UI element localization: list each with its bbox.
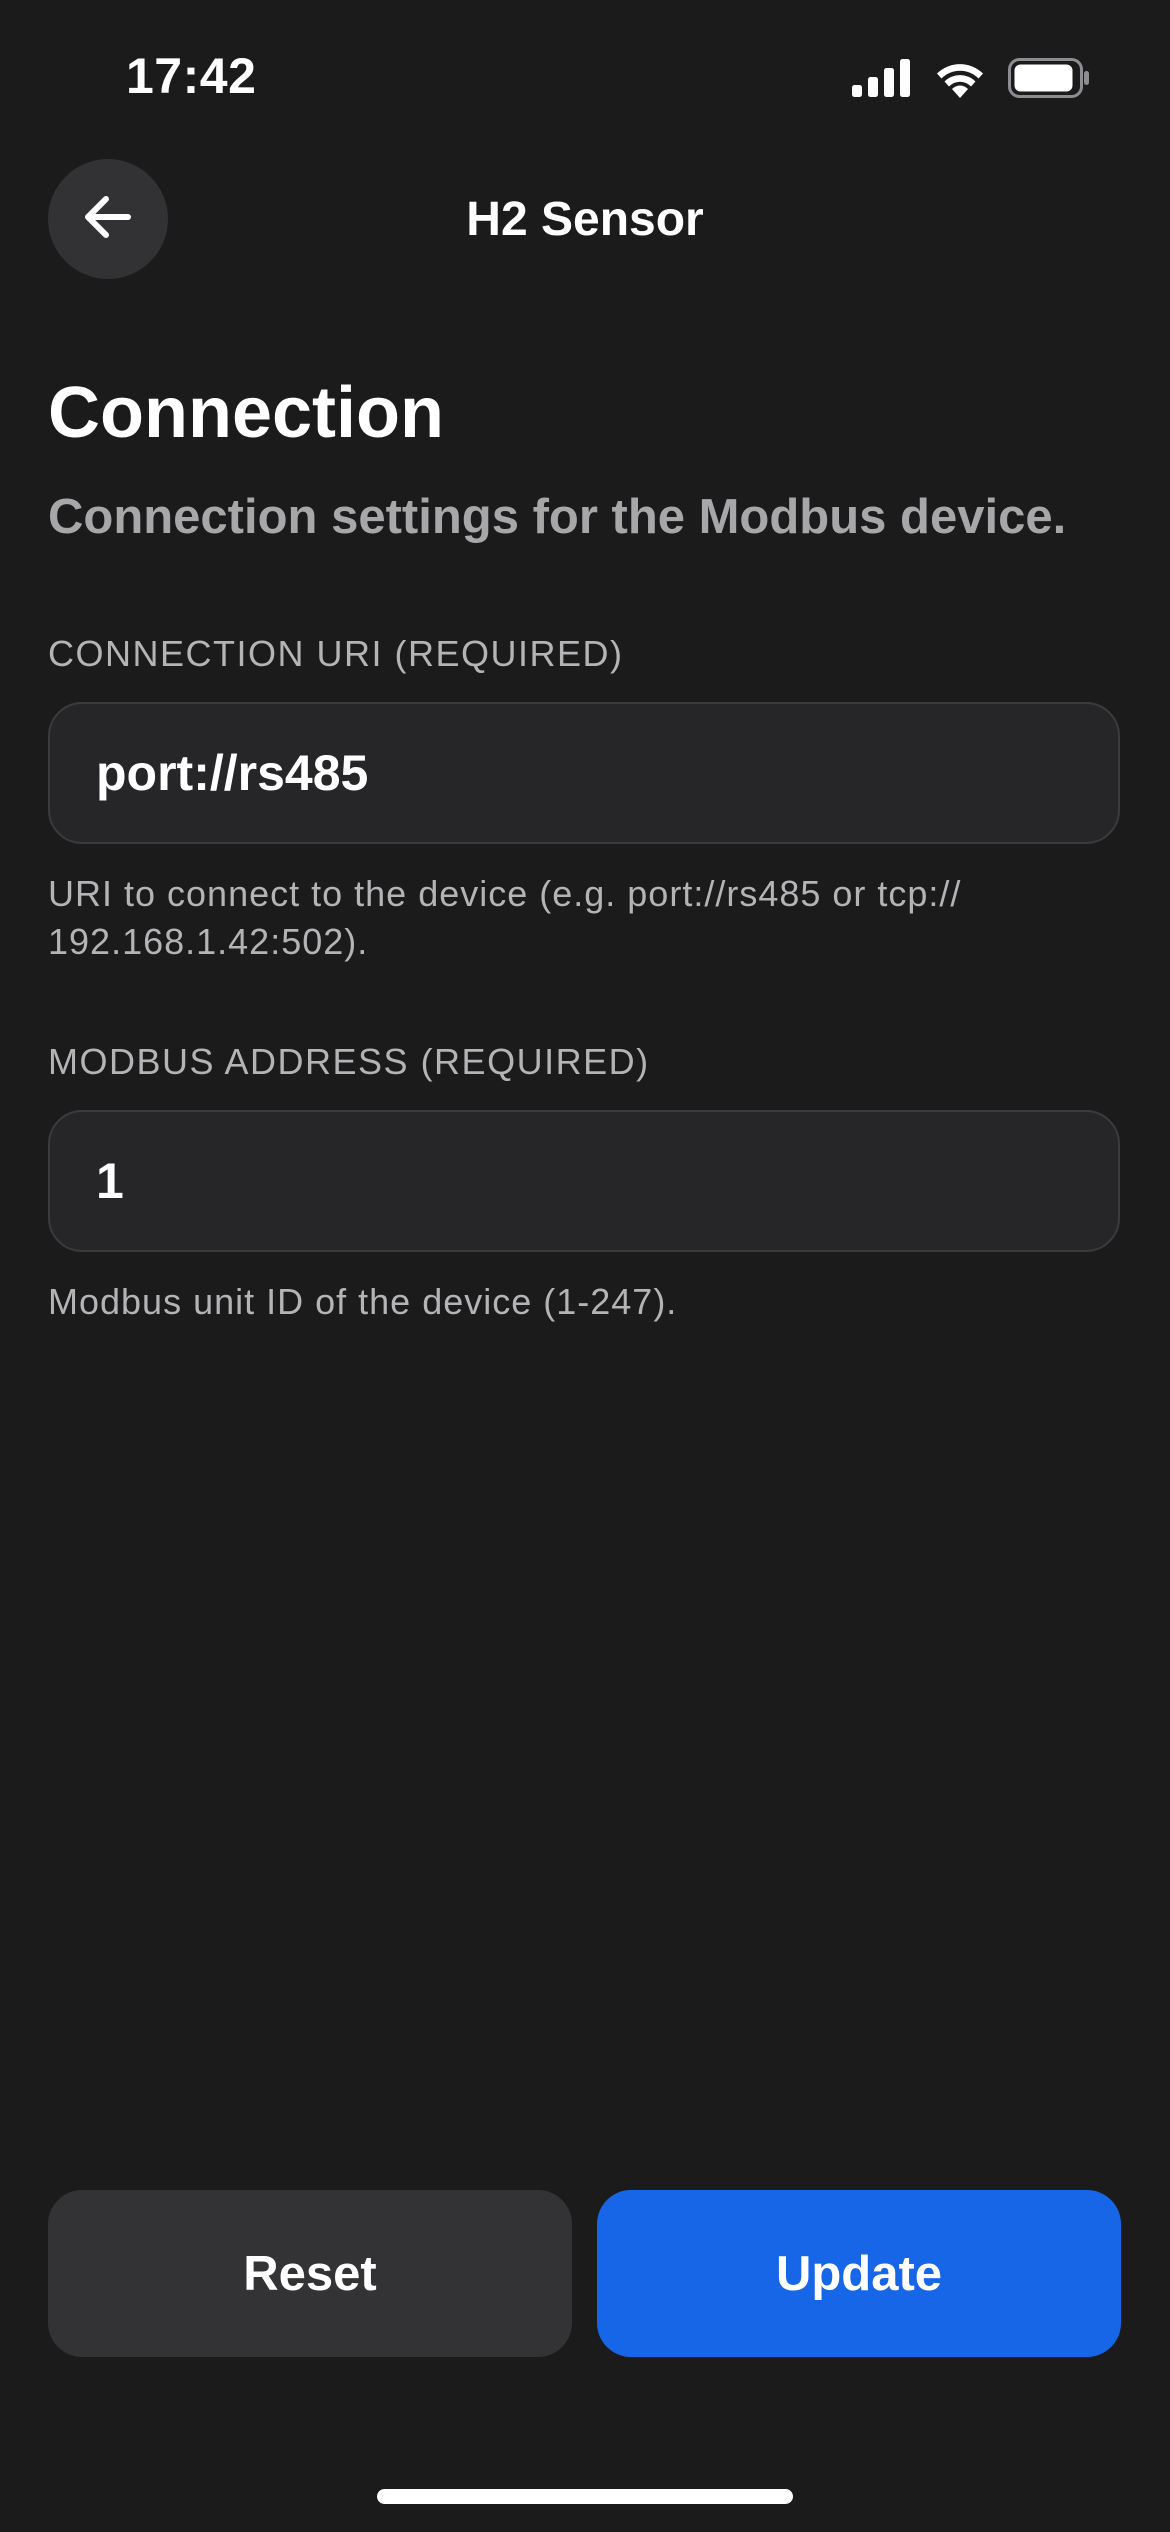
page-title: H2 Sensor [466, 193, 704, 246]
update-button[interactable]: Update [597, 2190, 1121, 2357]
home-indicator[interactable] [377, 2489, 793, 2504]
modbus-address-value: 1 [96, 1153, 124, 1209]
status-icons [852, 54, 1090, 102]
modbus-address-hint: Modbus unit ID of the device (1-247). [48, 1281, 678, 1322]
connection-uri-hint-line-2: 192.168.1.42:502). [48, 921, 369, 962]
battery-icon [1008, 58, 1090, 98]
connection-uri-hint: URI to connect to the device (e.g. port:… [48, 870, 1108, 966]
wifi-icon [934, 58, 986, 98]
connection-settings-screen: 17:42 H2 Sensor Connection Connection se… [0, 0, 1170, 2532]
connection-uri-input[interactable]: port://rs485 [48, 702, 1120, 844]
connection-uri-hint-line-1: URI to connect to the device (e.g. port:… [48, 873, 962, 914]
status-time: 17:42 [126, 48, 257, 104]
connection-uri-value: port://rs485 [96, 745, 369, 801]
connection-uri-label: CONNECTION URI (REQUIRED) [48, 633, 624, 674]
modbus-address-input[interactable]: 1 [48, 1110, 1120, 1252]
section-title: Connection [48, 373, 444, 453]
modbus-address-label: MODBUS ADDRESS (REQUIRED) [48, 1041, 650, 1082]
section-subtitle: Connection settings for the Modbus devic… [48, 490, 1067, 544]
reset-button[interactable]: Reset [48, 2190, 572, 2357]
cellular-signal-icon [852, 59, 912, 97]
